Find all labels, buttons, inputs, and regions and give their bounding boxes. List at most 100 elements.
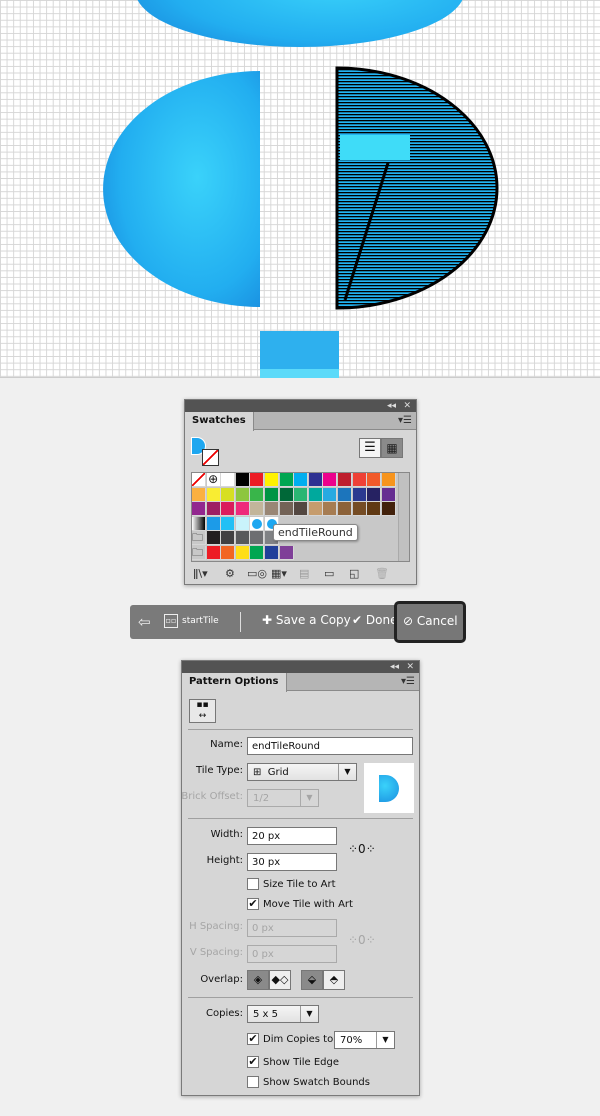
swatch[interactable]	[367, 487, 382, 502]
swatch[interactable]	[265, 473, 279, 487]
swatch[interactable]	[250, 473, 265, 487]
show-tile-edge-checkbox[interactable]: ✔ Show Tile Edge	[247, 1056, 339, 1068]
overlap-top-in-front-button[interactable]: ⬙	[301, 970, 323, 990]
swatch[interactable]	[206, 487, 221, 502]
overlap-right-in-front-button[interactable]: ◆◇	[269, 970, 291, 990]
swatch[interactable]	[338, 502, 352, 517]
swatch-pattern[interactable]	[250, 516, 265, 531]
swatch[interactable]	[323, 502, 338, 517]
panel-menu-icon[interactable]: ▾☰	[401, 676, 415, 687]
swatch[interactable]	[279, 473, 294, 487]
swatch[interactable]	[235, 531, 250, 546]
swatch[interactable]	[221, 531, 236, 546]
swatch[interactable]	[381, 502, 396, 517]
name-input[interactable]: endTileRound	[247, 737, 413, 755]
thumbnail-view-icon[interactable]: ▦	[381, 438, 403, 458]
swatch-kind-icon[interactable]: ⚙	[225, 567, 235, 580]
swatch[interactable]	[221, 473, 236, 487]
link-spacing-icon[interactable]: ⁘0⁘	[348, 933, 376, 947]
swatch[interactable]	[235, 473, 250, 487]
swatch[interactable]	[279, 546, 294, 560]
swatch-group-folder-icon[interactable]: 🗀	[192, 531, 206, 546]
cancel-button[interactable]: ⊘ Cancel	[394, 601, 466, 643]
swatch-group-folder-icon[interactable]: 🗀	[192, 546, 206, 560]
stroke-none-icon[interactable]	[202, 449, 219, 466]
h-spacing-input[interactable]: 0 px	[247, 919, 337, 937]
swatch[interactable]	[235, 487, 250, 502]
swatch[interactable]	[206, 516, 221, 531]
delete-trash-icon[interactable]: 🗑	[375, 567, 389, 580]
collapse-icon[interactable]: ◂◂	[390, 661, 399, 673]
swatch[interactable]	[235, 546, 250, 560]
swatch[interactable]	[221, 487, 236, 502]
brick-offset-dropdown[interactable]: 1/2 ▼	[247, 789, 319, 807]
swatch[interactable]	[308, 487, 323, 502]
swatch[interactable]	[265, 502, 279, 517]
swatch-registration[interactable]: ⊕	[206, 473, 221, 487]
panel-menu-icon[interactable]: ▾☰	[398, 415, 412, 426]
dim-copies-checkbox[interactable]: ✔ Dim Copies to:	[247, 1033, 337, 1045]
swatch[interactable]	[265, 487, 279, 502]
width-input[interactable]: 20 px	[247, 827, 337, 845]
swatch[interactable]	[352, 502, 367, 517]
swatch[interactable]	[206, 502, 221, 517]
back-arrow-icon[interactable]: ⇦	[138, 613, 151, 631]
swatch[interactable]	[279, 502, 294, 517]
swatch[interactable]	[192, 487, 206, 502]
swatch[interactable]	[235, 502, 250, 517]
swatch[interactable]	[367, 502, 382, 517]
swatch[interactable]	[250, 531, 265, 546]
swatch-libraries-icon[interactable]: ǁ\▾	[193, 567, 208, 580]
swatch[interactable]	[250, 502, 265, 517]
swatch[interactable]	[221, 516, 236, 531]
swatch[interactable]	[338, 473, 352, 487]
overlap-left-in-front-button[interactable]: ◈	[247, 970, 269, 990]
swatch-gradient[interactable]	[192, 516, 206, 531]
save-copy-button[interactable]: ✚ Save a Copy	[262, 613, 351, 627]
swatch[interactable]	[265, 546, 279, 560]
swatch[interactable]	[308, 502, 323, 517]
list-view-icon[interactable]: ☰	[359, 438, 381, 458]
done-button[interactable]: ✔ Done	[352, 613, 394, 627]
swatch[interactable]	[294, 487, 309, 502]
new-swatch-icon[interactable]: ◱	[349, 567, 359, 580]
artboard-canvas[interactable]	[0, 0, 600, 378]
tile-type-dropdown[interactable]: ⊞ Grid ▼	[247, 763, 357, 781]
swatch[interactable]	[352, 487, 367, 502]
swatch-options-icon[interactable]: ▤	[299, 567, 309, 580]
new-group-folder-icon[interactable]: ▭	[324, 567, 334, 580]
swatch[interactable]	[381, 487, 396, 502]
swatch[interactable]	[192, 502, 206, 517]
pattern-tile-tool-button[interactable]: ▪▪ ↔	[189, 699, 216, 723]
size-tile-to-art-checkbox[interactable]: Size Tile to Art	[247, 878, 336, 890]
tab-swatches[interactable]: Swatches	[185, 412, 254, 431]
close-icon[interactable]: ✕	[403, 400, 411, 412]
swatch[interactable]	[352, 473, 367, 487]
show-swatch-bounds-checkbox[interactable]: Show Swatch Bounds	[247, 1076, 370, 1088]
swatch[interactable]	[323, 473, 338, 487]
swatch-scrollbar[interactable]	[398, 473, 409, 561]
swatch-options-grid-icon[interactable]: ▦▾	[271, 567, 287, 580]
swatch-none[interactable]	[192, 473, 206, 487]
v-spacing-input[interactable]: 0 px	[247, 945, 337, 963]
swatch[interactable]	[221, 546, 236, 560]
swatch[interactable]	[221, 502, 236, 517]
tab-pattern-options[interactable]: Pattern Options	[182, 673, 287, 692]
swatch[interactable]	[294, 502, 309, 517]
swatch[interactable]	[250, 546, 265, 560]
overlap-bottom-in-front-button[interactable]: ⬘	[323, 970, 345, 990]
link-proportions-icon[interactable]: ⁘0⁘	[348, 842, 376, 856]
swatch[interactable]	[235, 516, 250, 531]
collapse-icon[interactable]: ◂◂	[387, 400, 396, 412]
swatch[interactable]	[367, 473, 382, 487]
swatch[interactable]	[206, 531, 221, 546]
move-tile-with-art-checkbox[interactable]: ✔ Move Tile with Art	[247, 898, 353, 910]
swatch[interactable]	[338, 487, 352, 502]
copies-dropdown[interactable]: 5 x 5 ▼	[247, 1005, 319, 1023]
dim-copies-dropdown[interactable]: 70% ▼	[334, 1031, 395, 1049]
swatch[interactable]	[323, 487, 338, 502]
cloud-library-icon[interactable]: ▭◎	[247, 567, 267, 580]
close-icon[interactable]: ✕	[406, 661, 414, 673]
swatch[interactable]	[294, 473, 309, 487]
swatch[interactable]	[279, 487, 294, 502]
